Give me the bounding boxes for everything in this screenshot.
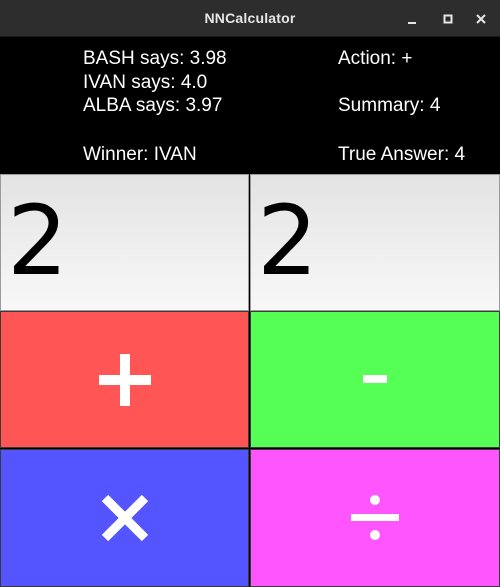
- bash-prediction: BASH says: 3.98: [83, 48, 227, 69]
- operand-a-display[interactable]: 2: [0, 174, 249, 311]
- operand-b-display[interactable]: 2: [250, 174, 500, 311]
- subtract-button[interactable]: [250, 311, 500, 448]
- title-bar: NNCalculator: [0, 0, 500, 37]
- minimize-icon: [408, 21, 416, 24]
- close-icon: [476, 13, 486, 24]
- summary-label: Summary: 4: [338, 95, 441, 116]
- times-icon: [101, 494, 148, 542]
- window-title: NNCalculator: [204, 10, 296, 26]
- info-panel: BASH says: 3.98 IVAN says: 4.0 ALBA says…: [0, 37, 500, 174]
- divide-button[interactable]: [250, 449, 500, 587]
- action-label: Action: +: [338, 48, 413, 69]
- alba-prediction: ALBA says: 3.97: [83, 95, 223, 116]
- plus-icon: [98, 353, 151, 406]
- divide-icon: [351, 495, 399, 540]
- maximize-button[interactable]: [435, 0, 461, 37]
- minus-icon: [363, 374, 387, 383]
- operand-a-value: 2: [7, 185, 69, 297]
- close-button[interactable]: [468, 0, 494, 37]
- operand-b-value: 2: [257, 185, 319, 297]
- minimize-button[interactable]: [399, 0, 425, 37]
- ivan-prediction: IVAN says: 4.0: [83, 72, 208, 93]
- multiply-button[interactable]: [0, 449, 249, 587]
- maximize-icon: [443, 14, 453, 23]
- winner-label: Winner: IVAN: [83, 144, 197, 165]
- true-answer-label: True Answer: 4: [338, 144, 466, 165]
- add-button[interactable]: [0, 311, 249, 448]
